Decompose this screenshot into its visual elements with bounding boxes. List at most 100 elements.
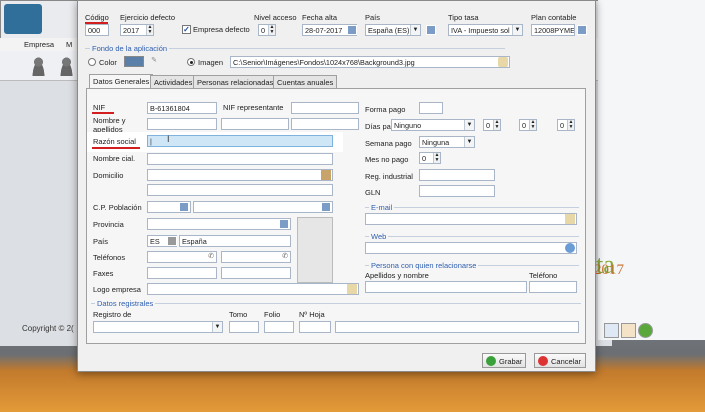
dias-spin-1[interactable]: 0 ▲ ▼ bbox=[483, 119, 501, 131]
table-icon[interactable] bbox=[321, 202, 331, 212]
map-icon[interactable] bbox=[321, 170, 331, 180]
cancel-button[interactable]: Cancelar bbox=[534, 353, 586, 368]
ejercicio-value: 2017 bbox=[123, 26, 140, 35]
registro-extra-field[interactable] bbox=[335, 321, 579, 333]
gln-field[interactable] bbox=[419, 185, 495, 197]
section-divider bbox=[91, 303, 581, 304]
flag-icon[interactable] bbox=[167, 236, 177, 246]
mail-icon[interactable] bbox=[565, 214, 575, 224]
reg-industrial-field[interactable] bbox=[419, 169, 495, 181]
apellido1-field[interactable] bbox=[221, 118, 289, 130]
spinner-arrows-icon[interactable]: ▲ ▼ bbox=[268, 25, 275, 35]
phone-icon[interactable]: ✆ bbox=[280, 252, 290, 262]
eyedropper-icon[interactable]: ✎ bbox=[149, 56, 159, 66]
semana-pago-select[interactable]: Ninguna ▼ bbox=[419, 136, 475, 148]
folio-field[interactable] bbox=[264, 321, 294, 333]
pais-header-select[interactable]: España (ES) ▼ bbox=[365, 24, 421, 36]
gln-label: GLN bbox=[365, 188, 381, 197]
imagen-radio[interactable] bbox=[187, 58, 195, 66]
bg-menu-m[interactable]: M bbox=[66, 40, 72, 49]
domicilio-field[interactable] bbox=[147, 169, 333, 181]
color-radio[interactable] bbox=[88, 58, 96, 66]
reg-industrial-label: Reg. industrial bbox=[365, 172, 413, 181]
nombre-field[interactable] bbox=[147, 118, 217, 130]
tab-cuentas-anuales[interactable]: Cuentas anuales bbox=[273, 75, 338, 89]
pais-name-field[interactable]: España bbox=[179, 235, 291, 247]
razon-social-field[interactable]: | bbox=[147, 135, 333, 147]
faxes-label: Faxes bbox=[93, 269, 114, 278]
spinner-arrows-icon[interactable]: ▲ ▼ bbox=[493, 120, 500, 130]
phone-icon[interactable]: ✆ bbox=[206, 252, 216, 262]
table-icon[interactable] bbox=[179, 202, 189, 212]
domicilio2-field[interactable] bbox=[147, 184, 333, 196]
logo-path-field[interactable] bbox=[147, 283, 359, 295]
codigo-field[interactable]: 000 bbox=[85, 24, 109, 36]
nombre-cial-field[interactable] bbox=[147, 153, 333, 165]
dias-spin-2[interactable]: 0 ▲ ▼ bbox=[519, 119, 537, 131]
toolbar-icon[interactable] bbox=[621, 323, 636, 338]
calendar-icon[interactable] bbox=[347, 25, 357, 35]
web-field[interactable] bbox=[365, 242, 577, 254]
chevron-down-icon[interactable]: ▼ bbox=[512, 25, 522, 35]
chevron-down-icon[interactable]: ▼ bbox=[212, 322, 222, 332]
plan-contable-label: Plan contable bbox=[531, 13, 577, 22]
bg-menu-empresa[interactable]: Empresa bbox=[24, 40, 54, 49]
logo-preview[interactable] bbox=[297, 217, 333, 283]
spinner-arrows-icon[interactable]: ▲ ▼ bbox=[529, 120, 536, 130]
domicilio-label: Domicilio bbox=[93, 171, 124, 180]
person-icon[interactable] bbox=[58, 56, 75, 76]
chevron-down-icon[interactable]: ▼ bbox=[464, 137, 474, 147]
persona-section-title: Persona con quien relacionarse bbox=[369, 261, 479, 270]
hoja-field[interactable] bbox=[299, 321, 331, 333]
chevron-down-icon[interactable]: ▼ bbox=[464, 120, 474, 130]
forma-pago-field[interactable] bbox=[419, 102, 443, 114]
folder-icon[interactable] bbox=[347, 284, 357, 294]
poblacion-field[interactable] bbox=[193, 201, 333, 213]
background-path-field[interactable]: C:\Senior\Imágenes\Fondos\1024x768\Backg… bbox=[230, 56, 510, 68]
fax2-field[interactable] bbox=[221, 267, 291, 279]
email-field[interactable] bbox=[365, 213, 577, 225]
globe-icon[interactable] bbox=[565, 243, 575, 253]
empresa-defecto-checkbox[interactable]: ✓ bbox=[182, 25, 191, 34]
table-icon[interactable] bbox=[279, 219, 289, 229]
tab-datos-generales[interactable]: Datos Generales bbox=[89, 74, 154, 89]
section-divider bbox=[365, 236, 579, 237]
tomo-label: Tomo bbox=[229, 310, 248, 319]
nivel-acceso-spinner[interactable]: 0 ▲ ▼ bbox=[258, 24, 276, 36]
mes-no-pago-spinner[interactable]: 0 ▲ ▼ bbox=[419, 152, 441, 164]
contacto-telefono-field[interactable] bbox=[529, 281, 577, 293]
tipo-tasa-select[interactable]: IVA - Impuesto sol ▼ bbox=[448, 24, 523, 36]
fax1-field[interactable] bbox=[147, 267, 217, 279]
spinner-arrows-icon[interactable]: ▲ ▼ bbox=[567, 120, 574, 130]
spinner-arrows-icon[interactable]: ▲ ▼ bbox=[146, 25, 153, 35]
save-button[interactable]: Grabar bbox=[482, 353, 526, 368]
provincia-label: Provincia bbox=[93, 220, 124, 229]
toolbar-icon[interactable] bbox=[604, 323, 619, 338]
tomo-field[interactable] bbox=[229, 321, 259, 333]
plan-contable-field[interactable]: 12008PYMES bbox=[531, 24, 575, 36]
pais-header-label: País bbox=[365, 13, 381, 22]
table-icon[interactable] bbox=[426, 25, 436, 35]
copyright-text: Copyright © 2( bbox=[22, 324, 74, 333]
folder-icon[interactable] bbox=[498, 57, 508, 67]
apellido2-field[interactable] bbox=[291, 118, 359, 130]
ejercicio-spinner[interactable]: 2017 ▲ ▼ bbox=[120, 24, 154, 36]
nif-representante-field[interactable] bbox=[291, 102, 359, 114]
provincia-field[interactable] bbox=[147, 218, 291, 230]
ejercicio-label: Ejercicio defecto bbox=[120, 13, 176, 22]
contacto-nombre-field[interactable] bbox=[365, 281, 527, 293]
help-icon[interactable] bbox=[638, 323, 653, 338]
dias-spin-3[interactable]: 0 ▲ ▼ bbox=[557, 119, 575, 131]
spinner-arrows-icon[interactable]: ▲ ▼ bbox=[433, 153, 440, 163]
text-cursor-icon: I bbox=[167, 134, 170, 144]
tab-personas-relacionadas[interactable]: Personas relacionadas bbox=[193, 75, 278, 89]
dias-pago-select[interactable]: Ninguno ▼ bbox=[391, 119, 475, 131]
table-icon[interactable] bbox=[577, 25, 587, 35]
nif-field[interactable]: B-61361804 bbox=[147, 102, 217, 114]
color-swatch[interactable] bbox=[124, 56, 144, 67]
tab-panel-datos-generales: NIF B-61361804 NIF representante Nombre … bbox=[86, 88, 586, 344]
person-icon[interactable] bbox=[30, 56, 47, 76]
chevron-down-icon[interactable]: ▼ bbox=[410, 25, 420, 35]
registro-select[interactable]: ▼ bbox=[93, 321, 223, 333]
tab-actividades[interactable]: Actividades bbox=[150, 75, 197, 89]
